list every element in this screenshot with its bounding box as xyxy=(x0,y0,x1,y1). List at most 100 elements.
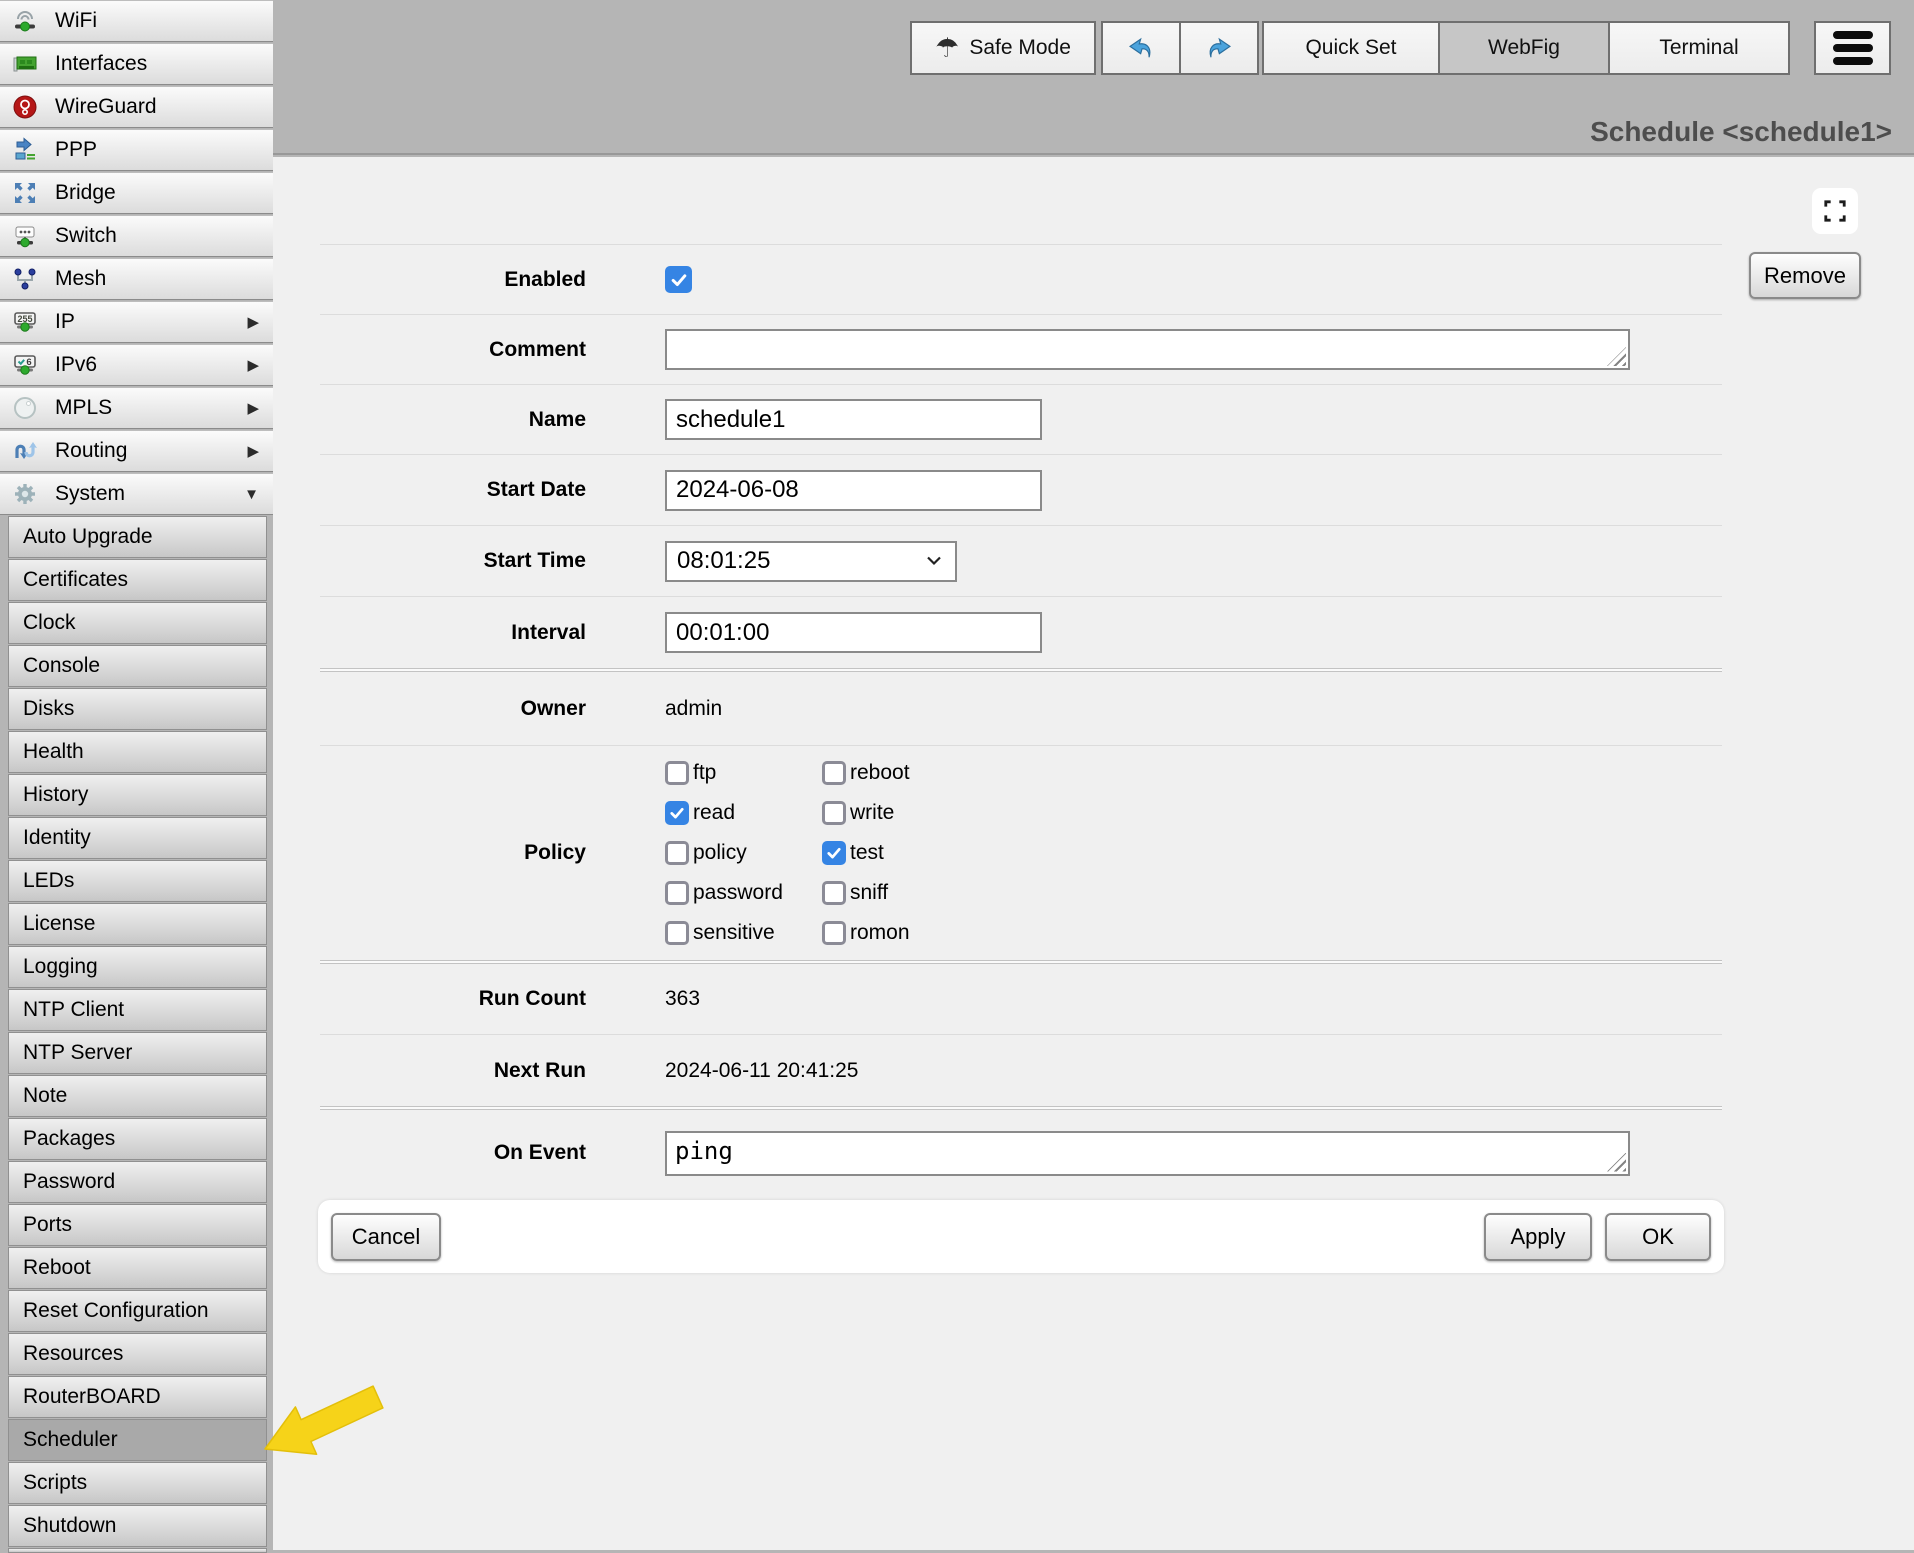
sidebar-item-password[interactable]: Password xyxy=(8,1161,267,1203)
sidebar-item-ip[interactable]: 255 IP ▶ xyxy=(0,301,273,343)
cancel-button[interactable]: Cancel xyxy=(331,1213,441,1261)
start-date-label: Start Date xyxy=(320,478,586,502)
ipv6-icon: 6 xyxy=(11,351,39,379)
mpls-icon xyxy=(11,394,39,422)
policy-option-ftp: ftp xyxy=(665,761,822,785)
sidebar-item-interfaces[interactable]: Interfaces xyxy=(0,43,273,85)
enabled-checkbox[interactable] xyxy=(665,266,692,293)
menu-button[interactable] xyxy=(1814,21,1891,75)
policy-option-write: write xyxy=(822,801,910,825)
view-tabs: Quick Set WebFig Terminal xyxy=(1262,21,1790,75)
sidebar-item-label: WiFi xyxy=(55,9,97,33)
ok-button[interactable]: OK xyxy=(1605,1213,1711,1261)
tab-webfig[interactable]: WebFig xyxy=(1438,21,1610,75)
sidebar-item-reboot[interactable]: Reboot xyxy=(8,1247,267,1289)
ppp-icon xyxy=(11,136,39,164)
sidebar-item-license[interactable]: License xyxy=(8,903,267,945)
sidebar-item-certificates[interactable]: Certificates xyxy=(8,559,267,601)
next-run-label: Next Run xyxy=(320,1059,586,1083)
sensitive-checkbox[interactable] xyxy=(665,921,689,945)
policy-option-sniff: sniff xyxy=(822,881,910,905)
sidebar-item-ports[interactable]: Ports xyxy=(8,1204,267,1246)
sidebar-item-switch[interactable]: Switch xyxy=(0,215,273,257)
read-checkbox[interactable] xyxy=(665,801,689,825)
safe-mode-button[interactable]: ☂ Safe Mode xyxy=(910,21,1096,75)
sidebar-item-ntp-client[interactable]: NTP Client xyxy=(8,989,267,1031)
password-checkbox[interactable] xyxy=(665,881,689,905)
tab-quick-set[interactable]: Quick Set xyxy=(1262,21,1440,75)
sidebar-item-label: Bridge xyxy=(55,181,116,205)
interval-field[interactable] xyxy=(665,612,1042,653)
sidebar-item-label: IP xyxy=(55,310,75,334)
sidebar-item-system[interactable]: System ▼ xyxy=(0,473,273,515)
sidebar-item-scheduler[interactable]: Scheduler xyxy=(8,1419,267,1461)
comment-label: Comment xyxy=(320,338,586,362)
test-checkbox[interactable] xyxy=(822,841,846,865)
sidebar-item-shutdown[interactable]: Shutdown xyxy=(8,1505,267,1547)
run-count-value: 363 xyxy=(665,987,700,1011)
sidebar-item-partial xyxy=(8,1548,267,1553)
chevron-right-icon: ▶ xyxy=(247,442,259,460)
enabled-row: Enabled xyxy=(320,245,1722,314)
sidebar-item-clock[interactable]: Clock xyxy=(8,602,267,644)
next-run-value: 2024-06-11 20:41:25 xyxy=(665,1059,858,1083)
start-date-row: Start Date xyxy=(320,455,1722,525)
policy-checkbox[interactable] xyxy=(665,841,689,865)
sidebar-item-mesh[interactable]: Mesh xyxy=(0,258,273,300)
start-date-field[interactable] xyxy=(665,470,1042,511)
on-event-label: On Event xyxy=(320,1141,586,1165)
sidebar-item-disks[interactable]: Disks xyxy=(8,688,267,730)
fullscreen-button[interactable] xyxy=(1812,188,1858,234)
sidebar-item-ppp[interactable]: PPP xyxy=(0,129,273,171)
sidebar-item-logging[interactable]: Logging xyxy=(8,946,267,988)
sidebar-item-bridge[interactable]: Bridge xyxy=(0,172,273,214)
sidebar-item-note[interactable]: Note xyxy=(8,1075,267,1117)
tab-terminal[interactable]: Terminal xyxy=(1608,21,1790,75)
sidebar-item-ipv6[interactable]: 6 IPv6 ▶ xyxy=(0,344,273,386)
sniff-checkbox[interactable] xyxy=(822,881,846,905)
next-run-row: Next Run 2024-06-11 20:41:25 xyxy=(320,1035,1722,1106)
sidebar-item-mpls[interactable]: MPLS ▶ xyxy=(0,387,273,429)
sidebar-item-auto-upgrade[interactable]: Auto Upgrade xyxy=(8,516,267,558)
sidebar-item-console[interactable]: Console xyxy=(8,645,267,687)
sidebar-item-health[interactable]: Health xyxy=(8,731,267,773)
sidebar-item-leds[interactable]: LEDs xyxy=(8,860,267,902)
sidebar-item-ntp-server[interactable]: NTP Server xyxy=(8,1032,267,1074)
start-time-select[interactable]: 08:01:25 xyxy=(665,541,957,582)
undo-button[interactable] xyxy=(1103,23,1179,73)
name-row: Name xyxy=(320,385,1722,454)
sidebar-item-scripts[interactable]: Scripts xyxy=(8,1462,267,1504)
sidebar-item-resources[interactable]: Resources xyxy=(8,1333,267,1375)
owner-row: Owner admin xyxy=(320,672,1722,745)
sidebar-item-packages[interactable]: Packages xyxy=(8,1118,267,1160)
reboot-checkbox[interactable] xyxy=(822,761,846,785)
interval-row: Interval xyxy=(320,597,1722,668)
sidebar-item-routing[interactable]: Routing ▶ xyxy=(0,430,273,472)
apply-button[interactable]: Apply xyxy=(1484,1213,1592,1261)
bridge-icon xyxy=(11,179,39,207)
sidebar-item-routerboard[interactable]: RouterBOARD xyxy=(8,1376,267,1418)
sidebar: WiFi Interfaces WireGuard xyxy=(0,0,273,1550)
checkmark-icon xyxy=(669,270,689,290)
comment-field[interactable] xyxy=(667,331,1628,368)
remove-button[interactable]: Remove xyxy=(1749,252,1861,299)
sidebar-item-wifi[interactable]: WiFi xyxy=(0,0,273,42)
chevron-down-icon xyxy=(925,555,943,567)
ftp-checkbox[interactable] xyxy=(665,761,689,785)
hamburger-icon xyxy=(1833,31,1873,39)
chevron-right-icon: ▶ xyxy=(247,356,259,374)
page-title: Schedule <schedule1> xyxy=(1590,116,1892,148)
redo-button[interactable] xyxy=(1179,23,1257,73)
sidebar-item-wireguard[interactable]: WireGuard xyxy=(0,86,273,128)
on-event-field[interactable]: ping xyxy=(667,1133,1628,1174)
start-time-row: Start Time 08:01:25 xyxy=(320,526,1722,596)
action-button-panel: Cancel Apply OK xyxy=(318,1200,1724,1273)
romon-checkbox[interactable] xyxy=(822,921,846,945)
fullscreen-icon xyxy=(1822,198,1848,224)
name-field[interactable] xyxy=(665,399,1042,440)
sidebar-item-identity[interactable]: Identity xyxy=(8,817,267,859)
sidebar-item-reset-configuration[interactable]: Reset Configuration xyxy=(8,1290,267,1332)
policy-checkbox-grid: ftp reboot read write xyxy=(665,753,910,953)
write-checkbox[interactable] xyxy=(822,801,846,825)
sidebar-item-history[interactable]: History xyxy=(8,774,267,816)
